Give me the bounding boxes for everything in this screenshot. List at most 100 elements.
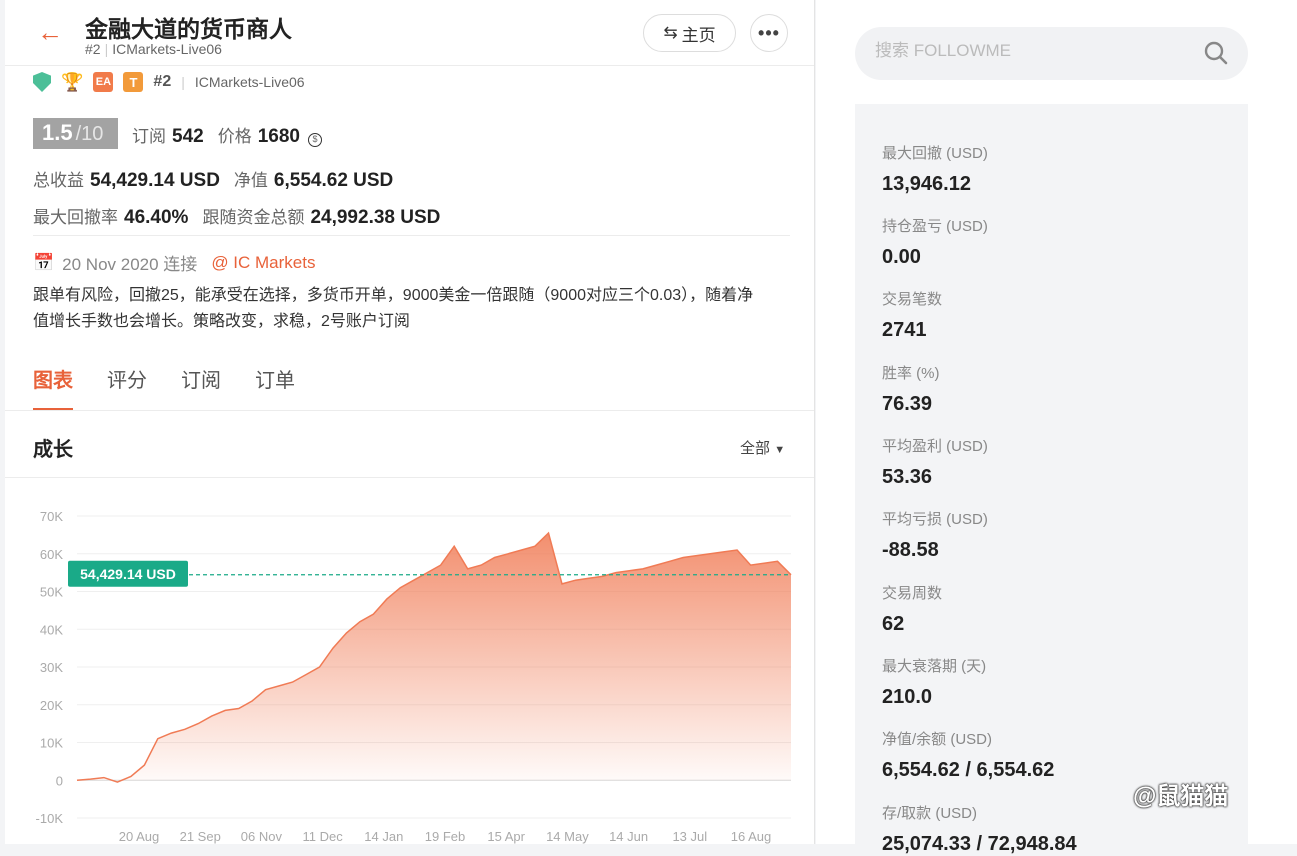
stat-value: 13,946.12 — [882, 173, 971, 195]
x-tick-label: 19 Feb — [425, 829, 465, 844]
stat-value: 76.39 — [882, 393, 933, 415]
y-tick-label: 70K — [40, 509, 63, 524]
stat-label: 交易笔数 — [882, 291, 943, 308]
growth-chart: 54,429.14 USD 70K 60K 50K 40K 30K 20K 10K 0 -10K… — [36, 509, 792, 844]
x-tick-label: 14 Jun — [609, 829, 648, 844]
since-date: 20 Nov 2020 连接 — [62, 255, 198, 274]
shield-icon — [33, 72, 51, 92]
tabs-divider — [5, 410, 814, 411]
profit-line: 总收益 54,429.14 USD 净值 6,554.62 USD — [33, 166, 393, 192]
stat-item: 交易笔数 2741 — [882, 288, 942, 342]
x-tick-label: 15 Apr — [487, 829, 525, 844]
equity-value: 6,554.62 USD — [273, 170, 394, 191]
max-drawdown-rate-label: 最大回撤率 — [33, 208, 118, 227]
top-bar: ← 金融大道的货币商人 #2 | ICMarkets-Live06 ⇆ 主页 ••• — [5, 0, 814, 66]
stat-value: 6,554.62 / 6,554.62 — [882, 759, 1055, 781]
score-max: /10 — [75, 123, 104, 145]
more-button[interactable]: ••• — [750, 14, 788, 52]
stat-item: 平均亏损 (USD) -88.58 — [882, 508, 988, 562]
x-tick-label: 11 Dec — [302, 829, 343, 844]
home-button[interactable]: ⇆ 主页 — [643, 14, 736, 52]
subtitle: #2 | ICMarkets-Live06 — [85, 41, 222, 57]
range-filter-dropdown[interactable]: 全部 ▼ — [740, 437, 785, 458]
swap-icon: ⇆ — [663, 23, 678, 42]
current-value-label: 54,429.14 USD — [80, 566, 176, 582]
y-tick-label: 60K — [40, 547, 63, 562]
stat-item: 最大衰落期 (天) 210.0 — [882, 655, 986, 709]
stat-label: 持仓盈亏 (USD) — [882, 218, 988, 235]
tab-orders[interactable]: 订单 — [255, 364, 295, 393]
stat-value: 210.0 — [882, 686, 933, 708]
stat-value: 25,074.33 / 72,948.84 — [882, 833, 1077, 855]
subscriptions-value: 542 — [172, 126, 204, 147]
stat-label: 净值/余额 (USD) — [882, 731, 992, 748]
follow-funds-value: 24,992.38 USD — [310, 207, 441, 228]
x-tick-label: 14 May — [546, 829, 589, 844]
x-tick-label: 06 Nov — [241, 829, 283, 844]
tab-rating[interactable]: 评分 — [107, 364, 147, 393]
divider — [33, 235, 790, 236]
x-tick-label: 13 Jul — [672, 829, 707, 844]
x-tick-label: 21 Sep — [180, 829, 221, 844]
account-badge: ICMarkets-Live06 — [194, 74, 305, 90]
price-value: 1680 — [257, 126, 300, 147]
tab-bar: 图表 评分 订阅 订单 — [33, 364, 295, 411]
stat-label: 存/取款 (USD) — [882, 805, 977, 822]
x-tick-label: 14 Jan — [364, 829, 403, 844]
total-profit-label: 总收益 — [33, 171, 84, 190]
stat-item: 交易周数 62 — [882, 582, 942, 636]
search-input[interactable] — [875, 41, 1175, 61]
page-title: 金融大道的货币商人 — [85, 16, 292, 42]
section-title: 成长 — [33, 439, 73, 461]
calendar-icon: 📅 — [33, 252, 55, 272]
y-tick-label: -10K — [36, 811, 64, 826]
more-icon: ••• — [758, 22, 780, 43]
search-box — [855, 27, 1248, 80]
stat-value: -88.58 — [882, 539, 939, 561]
broker-link[interactable]: @ IC Markets — [211, 253, 315, 273]
max-drawdown-rate-value: 46.40% — [124, 207, 189, 228]
stat-label: 交易周数 — [882, 585, 943, 602]
range-filter-label: 全部 — [740, 440, 771, 457]
stat-item: 胜率 (%) 76.39 — [882, 362, 940, 416]
score-box: 1.5 /10 — [33, 118, 118, 149]
stats-panel: 最大回撤 (USD) 13,946.12 持仓盈亏 (USD) 0.00 交易笔… — [855, 104, 1248, 855]
stat-label: 胜率 (%) — [882, 365, 940, 382]
rank-badge: #2 — [153, 73, 172, 90]
tab-subscription[interactable]: 订阅 — [181, 364, 221, 393]
coin-icon: $ — [307, 133, 322, 147]
back-arrow-icon[interactable]: ← — [37, 19, 63, 46]
y-tick-label: 0 — [56, 773, 63, 788]
equity-label: 净值 — [233, 171, 268, 190]
stat-item: 最大回撤 (USD) 13,946.12 — [882, 142, 988, 196]
caret-down-icon: ▼ — [774, 444, 786, 456]
score-value: 1.5 — [42, 120, 73, 145]
y-tick-label: 10K — [40, 736, 63, 751]
home-button-label: 主页 — [681, 25, 716, 45]
x-tick-label: 20 Aug — [119, 829, 160, 844]
stat-value: 62 — [882, 613, 905, 635]
subscription-price-line: 订阅 542 价格 1680 $ — [132, 122, 322, 148]
stat-value: 53.36 — [882, 466, 933, 488]
total-profit-value: 54,429.14 USD — [90, 170, 220, 191]
trophy-icon: 🏆 — [61, 71, 84, 92]
y-tick-label: 50K — [40, 585, 63, 600]
since-line: 📅 20 Nov 2020 连接 @ IC Markets — [33, 250, 315, 275]
x-tick-label: 16 Aug — [731, 829, 772, 844]
account-text: ICMarkets-Live06 — [112, 41, 222, 57]
main-panel: ← 金融大道的货币商人 #2 | ICMarkets-Live06 ⇆ 主页 •••… — [5, 0, 815, 844]
badge-row: 🏆 EA T #2 | ICMarkets-Live06 — [33, 70, 305, 94]
subscriptions-label: 订阅 — [132, 127, 166, 146]
stat-value: 2741 — [882, 319, 927, 341]
y-tick-label: 30K — [40, 660, 63, 675]
search-icon[interactable] — [1204, 41, 1228, 65]
tab-chart[interactable]: 图表 — [33, 364, 73, 411]
follow-funds-label: 跟随资金总额 — [202, 208, 305, 227]
drawdown-line: 最大回撤率 46.40% 跟随资金总额 24,992.38 USD — [33, 203, 440, 229]
ea-badge: EA — [93, 72, 114, 92]
right-panel: 最大回撤 (USD) 13,946.12 持仓盈亏 (USD) 0.00 交易笔… — [816, 0, 1297, 855]
t-badge: T — [123, 72, 144, 92]
y-tick-label: 20K — [40, 698, 63, 713]
strategy-description: 跟单有风险，回撤25，能承受在选择，多货币开单，9000美金一倍跟随（9000对… — [33, 287, 754, 330]
rank-text: #2 — [85, 41, 101, 57]
